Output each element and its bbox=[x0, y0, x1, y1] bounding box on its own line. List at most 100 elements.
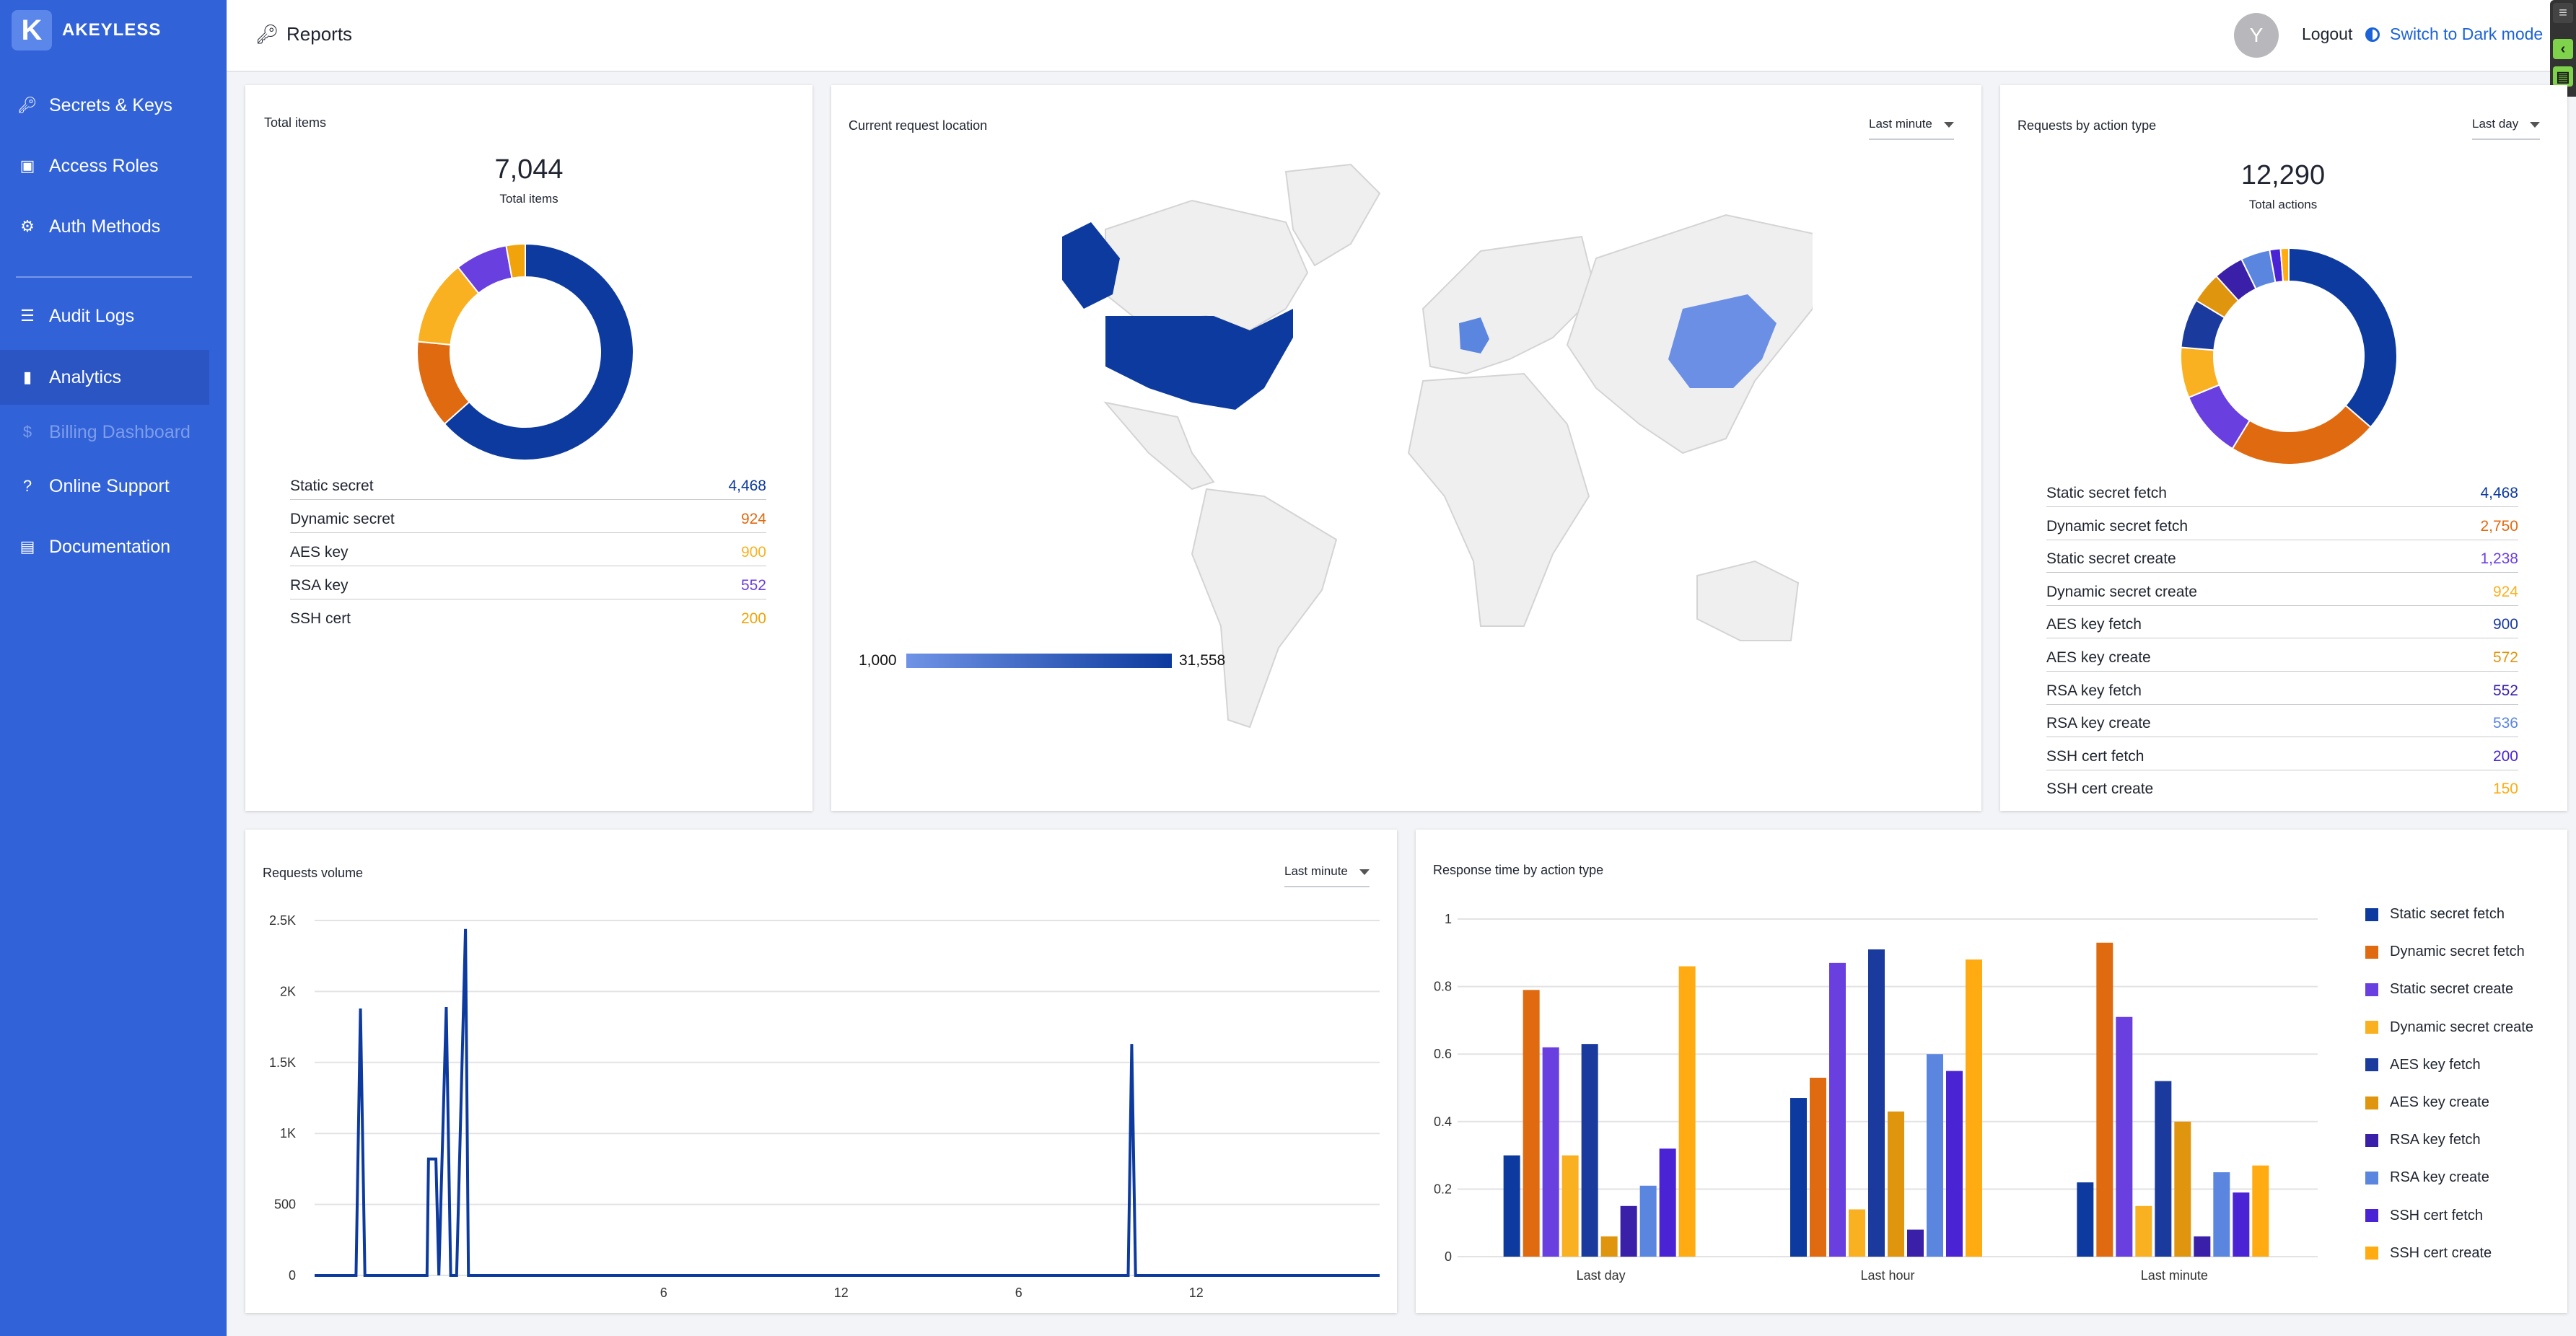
requests-volume-card: Requests volume Last minute 2.5K 2K 1.5K 1K… bbox=[245, 830, 1397, 1313]
x-tick-label: 6 bbox=[660, 1286, 667, 1298]
total-items-card: Total items 7,044 Total items Static sec… bbox=[245, 85, 812, 811]
legend-label: Static secret fetch bbox=[2390, 906, 2505, 922]
response-time-chart: 1 0.8 0.6 0.4 0.2 0 Last day Last hour Last minu… bbox=[1434, 912, 2318, 1283]
key-icon: 🔑︎ bbox=[255, 23, 280, 45]
africa-shape bbox=[1407, 372, 1590, 627]
sidebar-item-label: Auth Methods bbox=[49, 216, 161, 237]
bar bbox=[1946, 1071, 1963, 1257]
bar bbox=[2174, 1121, 2191, 1257]
legend-item[interactable]: Static secret create bbox=[2365, 981, 2513, 998]
usa-shape bbox=[1105, 309, 1293, 410]
dark-mode-toggle[interactable]: Switch to Dark mode bbox=[2365, 25, 2543, 44]
legend-item[interactable]: SSH cert create bbox=[2365, 1245, 2492, 1262]
bar bbox=[2233, 1192, 2250, 1257]
chevron-down-icon bbox=[1359, 869, 1370, 875]
map-legend-gradient bbox=[906, 654, 1172, 668]
y-tick-label: 2K bbox=[280, 984, 296, 998]
card-title: Response time by action type bbox=[1433, 863, 1604, 877]
sidebar-item-label: Analytics bbox=[49, 366, 122, 387]
sidebar-item-auth-methods[interactable]: ⚙ Auth Methods bbox=[0, 199, 209, 254]
map-legend-max: 31,558 bbox=[1179, 652, 1226, 669]
list-item: Dynamic secret create 924 bbox=[2046, 584, 2518, 606]
legend-swatch bbox=[2365, 1096, 2378, 1109]
gear-icon: ⚙ bbox=[20, 217, 35, 235]
volume-range-dropdown[interactable]: Last minute bbox=[1284, 864, 1370, 887]
page-title: 🔑︎ Reports bbox=[255, 23, 352, 45]
response-time-card: Response time by action type 1 0.8 0.6 0.4 0… bbox=[1416, 830, 2567, 1313]
bar bbox=[1810, 1077, 1826, 1257]
bar bbox=[1678, 966, 1696, 1257]
chevron-left-icon[interactable]: ‹ bbox=[2553, 39, 2573, 59]
legend-label: Static secret create bbox=[2390, 981, 2514, 998]
list-item: AES key fetch 900 bbox=[2046, 616, 2518, 639]
chevron-down-icon bbox=[1943, 121, 1954, 128]
request-location-card: Current request location Last minute 1,0… bbox=[831, 85, 1981, 811]
bar bbox=[2213, 1172, 2230, 1257]
legend-item[interactable]: Dynamic secret fetch bbox=[2365, 944, 2525, 960]
legend-item[interactable]: SSH cert fetch bbox=[2365, 1208, 2483, 1224]
y-tick-label: 0.4 bbox=[1434, 1115, 1452, 1129]
logo-mark: K bbox=[12, 10, 52, 50]
list-item: Static secret create 1,238 bbox=[2046, 550, 2518, 573]
legend-swatch bbox=[2365, 1021, 2378, 1034]
list-item: SSH cert fetch 200 bbox=[2046, 748, 2518, 770]
legend-label: AES key fetch bbox=[2390, 1056, 2481, 1073]
sidebar-item-online-support[interactable]: ? Online Support bbox=[0, 459, 209, 514]
logout-button[interactable]: Logout bbox=[2302, 25, 2352, 44]
legend-swatch bbox=[2365, 1171, 2378, 1185]
sidebar-item-billing-dashboard: $ Billing Dashboard bbox=[0, 405, 209, 460]
map-legend-min: 1,000 bbox=[859, 652, 897, 669]
bar bbox=[2135, 1205, 2152, 1257]
legend-item[interactable]: RSA key create bbox=[2365, 1169, 2489, 1186]
map-range-dropdown[interactable]: Last minute bbox=[1869, 117, 1954, 140]
legend-item[interactable]: RSA key fetch bbox=[2365, 1132, 2481, 1148]
sidebar-item-secrets-keys[interactable]: 🔑︎ Secrets & Keys bbox=[0, 78, 209, 133]
book-icon[interactable]: ▤ bbox=[2553, 66, 2573, 87]
list-item: SSH cert 200 bbox=[290, 610, 766, 627]
total-items-donut bbox=[416, 242, 634, 461]
bar bbox=[1927, 1054, 1943, 1257]
sidebar-item-access-roles[interactable]: ▣ Access Roles bbox=[0, 139, 209, 193]
y-tick-label: 1K bbox=[280, 1126, 296, 1141]
bar-chart-icon: ▮ bbox=[22, 368, 32, 386]
total-items-count: 7,044 bbox=[494, 154, 564, 185]
legend-label: SSH cert create bbox=[2390, 1244, 2492, 1261]
sidebar-item-documentation[interactable]: ▤ Documentation bbox=[0, 519, 209, 574]
legend-item[interactable]: AES key create bbox=[2365, 1094, 2489, 1111]
list-item: Dynamic secret fetch 2,750 bbox=[2046, 518, 2518, 540]
bar bbox=[2252, 1165, 2269, 1257]
bar bbox=[2194, 1236, 2211, 1257]
legend-swatch bbox=[2365, 983, 2378, 996]
y-tick-label: 1.5K bbox=[269, 1055, 296, 1070]
bar bbox=[2077, 1182, 2094, 1257]
bar bbox=[1966, 959, 1982, 1257]
avatar[interactable]: Y bbox=[2234, 13, 2279, 58]
list-item: RSA key fetch 552 bbox=[2046, 682, 2518, 705]
requests-volume-chart: 2.5K2K1.5K1K5000612AM612PM bbox=[269, 913, 1380, 1298]
x-tick-label: Last minute bbox=[2141, 1268, 2208, 1283]
card-title: Total items bbox=[264, 115, 327, 130]
list-item: Static secret fetch 4,468 bbox=[2046, 485, 2518, 507]
list-item: Static secret 4,468 bbox=[290, 478, 766, 500]
menu-icon[interactable]: ≡ bbox=[2553, 3, 2573, 23]
x-tick-label: 6 bbox=[1015, 1286, 1022, 1298]
legend-label: RSA key create bbox=[2390, 1169, 2489, 1186]
mexico-shape bbox=[1103, 401, 1215, 491]
card-title: Requests volume bbox=[263, 866, 364, 880]
list-item: AES key 900 bbox=[290, 544, 766, 566]
bar bbox=[1907, 1229, 1924, 1257]
legend-item[interactable]: AES key fetch bbox=[2365, 1057, 2481, 1073]
x-tick-label: Last hour bbox=[1860, 1268, 1914, 1283]
y-tick-label: 0.6 bbox=[1434, 1047, 1452, 1061]
sidebar: K AKEYLESS 🔑︎ Secrets & Keys ▣ Access Ro… bbox=[0, 0, 227, 1336]
legend-item[interactable]: Static secret fetch bbox=[2365, 906, 2505, 923]
legend-item[interactable]: Dynamic secret create bbox=[2365, 1019, 2533, 1036]
list-item: Dynamic secret 924 bbox=[290, 511, 766, 533]
legend-swatch bbox=[2365, 907, 2378, 921]
sidebar-item-analytics[interactable]: ▮ Analytics bbox=[0, 350, 209, 405]
akeyless-logo[interactable]: K AKEYLESS bbox=[12, 10, 161, 50]
sidebar-item-label: Documentation bbox=[49, 536, 171, 557]
actions-range-dropdown[interactable]: Last day bbox=[2472, 117, 2541, 140]
bar bbox=[1581, 1044, 1598, 1257]
sidebar-item-audit-logs[interactable]: ☰ Audit Logs bbox=[0, 289, 209, 343]
